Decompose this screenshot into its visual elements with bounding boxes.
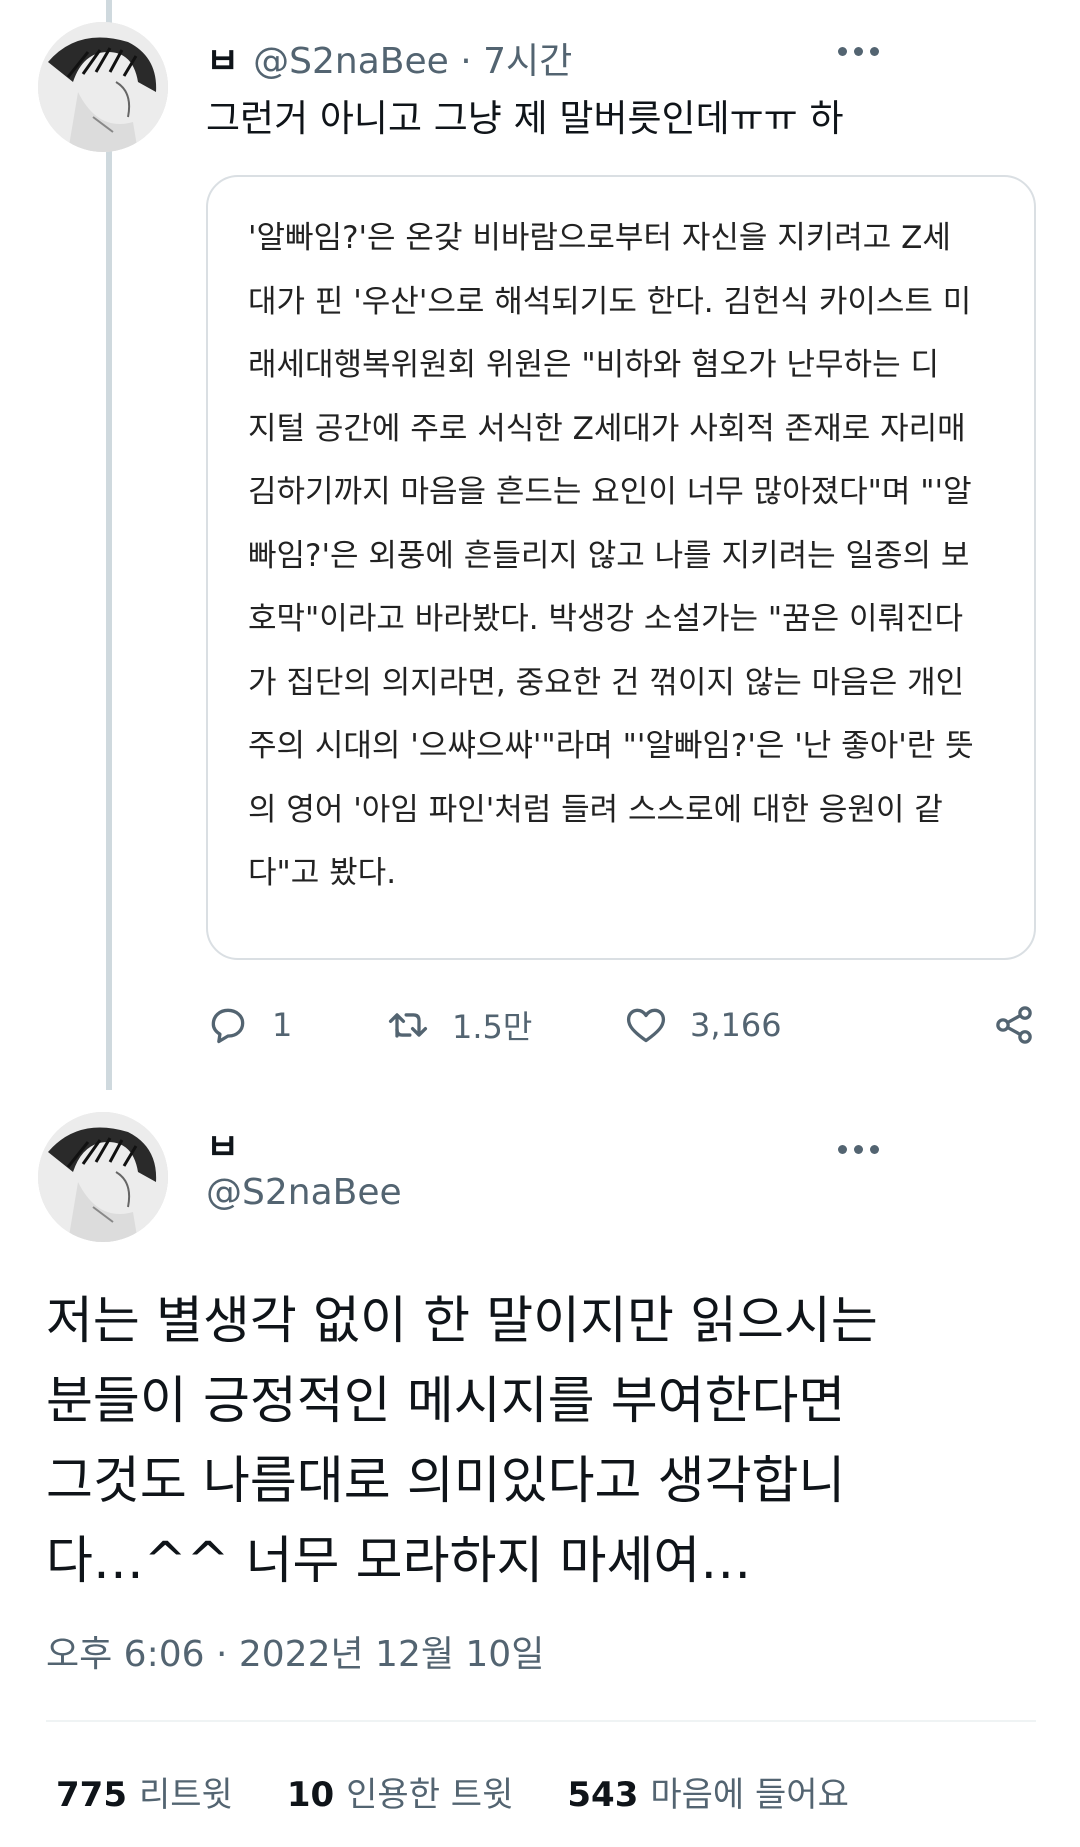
reply-text: 그런거 아니고 그냥 제 말버릇인데ㅠㅠ 하 — [206, 97, 844, 140]
quote-line: 주의 시대의 '으쌰으쌰'"라며 "'알빠임?'은 '난 좋아'란 뜻 — [248, 728, 974, 764]
user-handle[interactable]: @S2naBee — [206, 1172, 402, 1213]
display-name[interactable]: ㅂ — [206, 41, 239, 82]
display-name[interactable]: ㅂ — [206, 1118, 239, 1170]
avatar[interactable] — [38, 22, 168, 152]
thread-connector-line — [106, 0, 112, 1090]
tweet-actions: 1 1.5만 3,166 — [206, 995, 1036, 1055]
likes-stat[interactable]: 543 마음에 들어요 — [567, 1767, 848, 1816]
likes-count: 543 — [567, 1775, 639, 1815]
quotes-label: 인용한 트윗 — [346, 1775, 514, 1815]
like-count: 3,166 — [690, 1006, 782, 1044]
more-icon[interactable] — [838, 1142, 882, 1158]
retweets-stat[interactable]: 775 리트윗 — [56, 1767, 233, 1816]
quotes-stat[interactable]: 10 인용한 트윗 — [287, 1767, 514, 1816]
quote-line: 대가 핀 '우산'으로 해석되기도 한다. 김헌식 카이스트 미 — [248, 283, 972, 320]
quote-line: 호막"이라고 바라봤다. 박생강 소설가는 "꿈은 이뤄진다 — [248, 601, 964, 637]
quote-line: 의 영어 '아임 파인'처럼 들려 스스로에 대한 응원이 같 — [248, 791, 943, 828]
retweets-label: 리트윗 — [138, 1775, 233, 1815]
reply-icon — [211, 1008, 245, 1044]
time-ago[interactable]: 7시간 — [483, 41, 572, 82]
tweet-stats: 775 리트윗 10 인용한 트윗 543 마음에 들어요 — [56, 1767, 849, 1816]
retweets-count: 775 — [56, 1775, 127, 1815]
quoted-image-card[interactable]: '알빠임?'은 온갖 비바람으로부터 자신을 지키려고 Z세 대가 핀 '우산'… — [206, 175, 1036, 960]
divider — [46, 1720, 1036, 1722]
reply-header: ㅂ @S2naBee · 7시간 — [206, 32, 572, 84]
tweet-text-line: 분들이 긍정적인 메시지를 부여한다면 — [46, 1372, 846, 1431]
share-icon — [996, 1006, 1032, 1044]
quote-line: 김하기까지 마음을 흔드는 요인이 너무 많아졌다"며 "'알 — [248, 474, 972, 510]
like-icon — [626, 1008, 666, 1043]
quotes-count: 10 — [286, 1775, 335, 1815]
share-button[interactable] — [992, 995, 1036, 1055]
quote-line: 다"고 봤다. — [248, 855, 397, 891]
tweet-text-line: 저는 별생각 없이 한 말이지만 읽으시는 — [46, 1292, 878, 1351]
retweet-button[interactable]: 1.5만 — [386, 995, 532, 1055]
likes-label: 마음에 들어요 — [650, 1775, 849, 1815]
like-button[interactable]: 3,166 — [624, 995, 782, 1055]
quote-line: 빠임?'은 외풍에 흔들리지 않고 나를 지키려는 일종의 보 — [248, 537, 970, 574]
user-handle[interactable]: @S2naBee — [253, 41, 449, 82]
quote-line: 래세대행복위원회 위원은 "비하와 혐오가 난무하는 디 — [248, 347, 939, 383]
tweet-text-line: 다…^^ 너무 모라하지 마세여… — [46, 1532, 752, 1591]
retweet-icon — [388, 1013, 428, 1038]
retweet-count: 1.5만 — [452, 1008, 533, 1046]
tweet-text: 저는 별생각 없이 한 말이지만 읽으시는 분들이 긍정적인 메시지를 부여한다… — [46, 1282, 1046, 1602]
reply-count: 1 — [272, 1006, 293, 1044]
quote-line: 지털 공간에 주로 서식한 Z세대가 사회적 존재로 자리매 — [248, 410, 966, 447]
tweet-timestamp[interactable]: 오후 6:06 · 2022년 12월 10일 — [46, 1625, 544, 1677]
tweet-thread-page: ㅂ @S2naBee · 7시간 그런거 아니고 그냥 제 말버릇인데ㅠㅠ 하 '… — [0, 0, 1080, 1847]
more-icon[interactable] — [838, 44, 882, 60]
avatar[interactable] — [38, 1112, 168, 1242]
tweet-text-line: 그것도 나름대로 의미있다고 생각합니 — [46, 1452, 846, 1511]
avatar-image — [38, 1112, 168, 1242]
quote-line: 가 집단의 의지라면, 중요한 건 꺾이지 않는 마음은 개인 — [248, 664, 965, 701]
quote-line: '알빠임?'은 온갖 비바람으로부터 자신을 지키려고 Z세 — [248, 220, 951, 256]
reply-button[interactable]: 1 — [206, 995, 292, 1055]
avatar-image — [38, 22, 168, 152]
separator: · — [460, 41, 472, 82]
